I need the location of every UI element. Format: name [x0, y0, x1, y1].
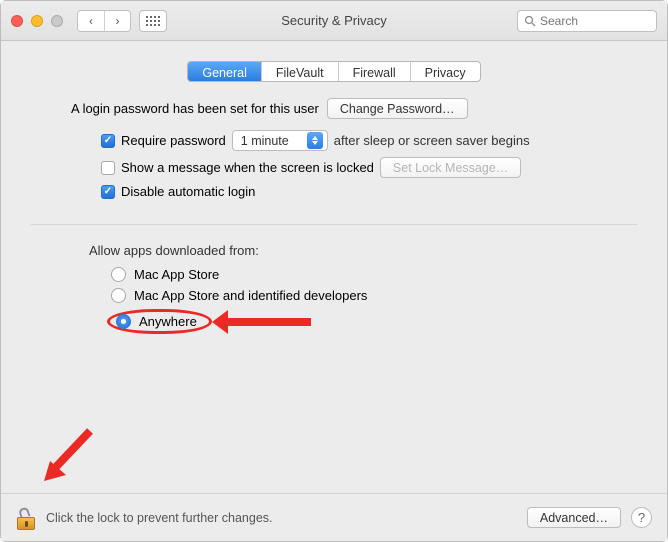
show-message-row: Show a message when the screen is locked…: [31, 154, 637, 181]
delay-value: 1 minute: [241, 134, 289, 148]
tab-general[interactable]: General: [188, 62, 260, 81]
preferences-window: ‹ › Security & Privacy General Fil: [0, 0, 668, 542]
footer: Click the lock to prevent further change…: [1, 493, 667, 541]
back-button[interactable]: ‹: [78, 11, 104, 31]
after-sleep-text: after sleep or screen saver begins: [334, 133, 530, 148]
search-icon: [524, 15, 536, 27]
lock-hint-text: Click the lock to prevent further change…: [46, 511, 273, 525]
radio-mas-dev-label: Mac App Store and identified developers: [134, 288, 367, 303]
tab-filevault[interactable]: FileVault: [261, 62, 338, 81]
window-title: Security & Privacy: [281, 13, 386, 28]
nav-back-forward: ‹ ›: [77, 10, 131, 32]
help-button[interactable]: ?: [631, 507, 652, 528]
disable-auto-login-row: Disable automatic login: [31, 181, 637, 202]
forward-button[interactable]: ›: [104, 11, 130, 31]
show-message-checkbox[interactable]: [101, 161, 115, 175]
radio-anywhere[interactable]: [116, 314, 131, 329]
download-section: Allow apps downloaded from: Mac App Stor…: [1, 243, 667, 337]
password-info-row: A login password has been set for this u…: [31, 96, 637, 119]
window-controls: [11, 15, 63, 27]
tab-bar: General FileVault Firewall Privacy: [1, 41, 667, 96]
advanced-button[interactable]: Advanced…: [527, 507, 621, 528]
maximize-button: [51, 15, 63, 27]
show-all-button[interactable]: [139, 10, 167, 32]
disable-auto-login-checkbox[interactable]: [101, 185, 115, 199]
require-password-row: Require password 1 minute after sleep or…: [31, 127, 637, 154]
annotation-arrow-right: [226, 318, 311, 326]
tab-privacy[interactable]: Privacy: [410, 62, 480, 81]
show-message-label: Show a message when the screen is locked: [121, 160, 374, 175]
download-section-label: Allow apps downloaded from:: [31, 243, 637, 264]
radio-anywhere-row: Anywhere: [31, 306, 637, 337]
radio-mas-dev-row: Mac App Store and identified developers: [31, 285, 637, 306]
annotation-arrow-to-lock: [38, 425, 98, 485]
annotation-circle: Anywhere: [107, 309, 212, 334]
search-field[interactable]: [517, 10, 657, 32]
disable-auto-login-label: Disable automatic login: [121, 184, 255, 199]
radio-anywhere-label: Anywhere: [139, 314, 197, 329]
close-button[interactable]: [11, 15, 23, 27]
change-password-button[interactable]: Change Password…: [327, 98, 468, 119]
require-password-checkbox[interactable]: [101, 134, 115, 148]
radio-mas-label: Mac App Store: [134, 267, 219, 282]
select-stepper-icon: [307, 132, 323, 149]
require-password-label: Require password: [121, 133, 226, 148]
lock-body-icon: [17, 517, 35, 530]
radio-mas-row: Mac App Store: [31, 264, 637, 285]
password-info-text: A login password has been set for this u…: [71, 101, 319, 116]
require-password-delay-select[interactable]: 1 minute: [232, 130, 328, 151]
minimize-button[interactable]: [31, 15, 43, 27]
lock-button[interactable]: [16, 506, 36, 530]
grid-icon: [146, 16, 160, 26]
content-area: A login password has been set for this u…: [1, 96, 667, 202]
divider: [31, 224, 637, 225]
radio-mas-and-developers[interactable]: [111, 288, 126, 303]
set-lock-message-button: Set Lock Message…: [380, 157, 521, 178]
tab-firewall[interactable]: Firewall: [338, 62, 410, 81]
radio-mac-app-store[interactable]: [111, 267, 126, 282]
titlebar: ‹ › Security & Privacy: [1, 1, 667, 41]
search-input[interactable]: [540, 14, 640, 28]
